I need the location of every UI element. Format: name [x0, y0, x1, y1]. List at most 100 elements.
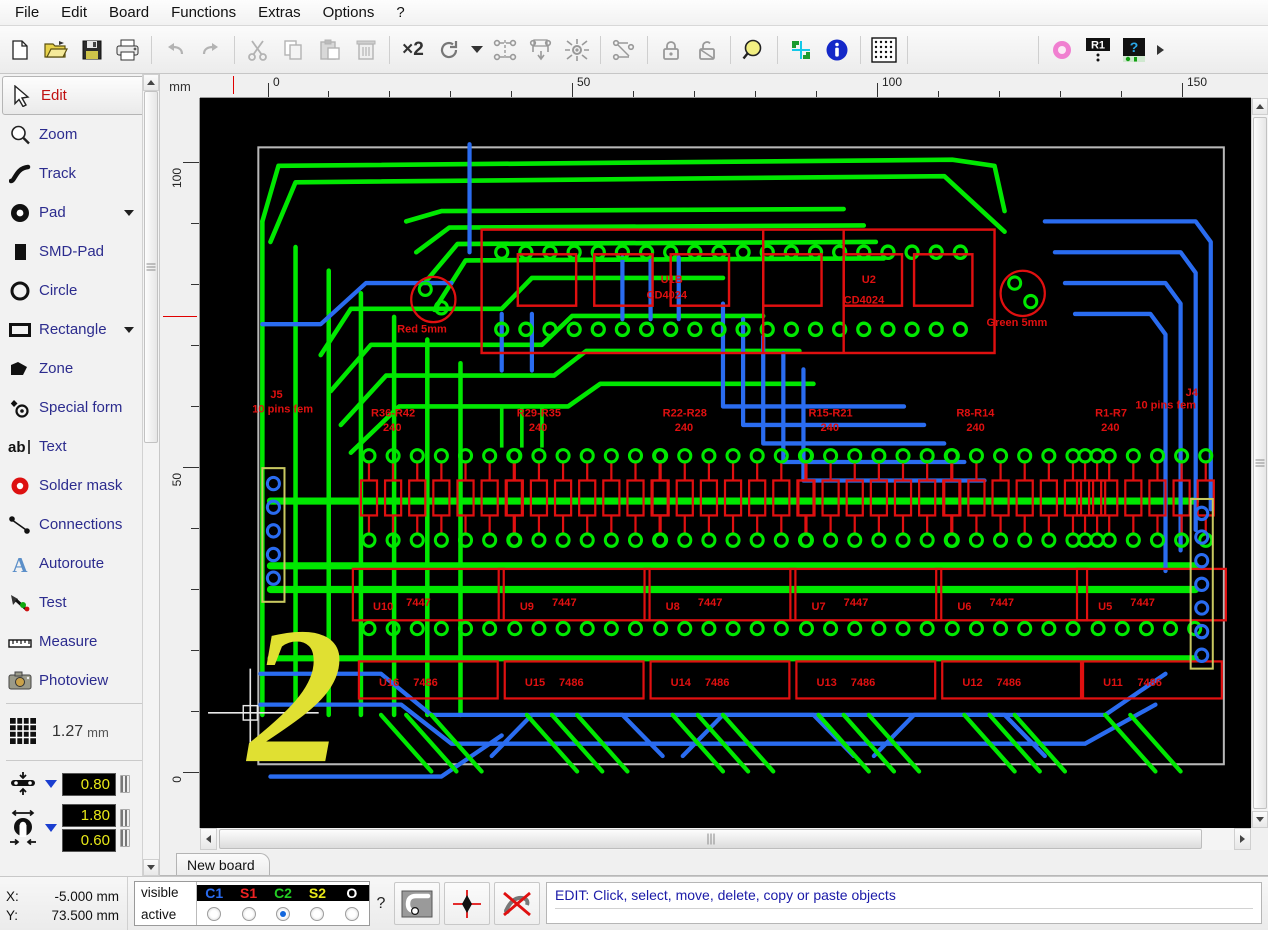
- menu-options[interactable]: Options: [312, 1, 386, 24]
- menu-help[interactable]: ?: [385, 1, 415, 24]
- crosshair-button[interactable]: [444, 882, 490, 925]
- tool-zone[interactable]: Zone: [0, 349, 159, 388]
- toolbar-overflow-button[interactable]: [1153, 32, 1167, 68]
- tool-track[interactable]: Track: [0, 154, 159, 193]
- layer-radio-s1[interactable]: [242, 907, 256, 921]
- layer-radio-s1-cell[interactable]: [231, 907, 265, 921]
- layer-toggle-c1[interactable]: C1: [197, 885, 231, 901]
- track-mode-button[interactable]: [394, 882, 440, 925]
- pcb-canvas[interactable]: R36-R42240 R29-R35240 R22-R28240 R15-R21…: [200, 98, 1251, 828]
- print-button[interactable]: [111, 32, 145, 68]
- tool-circle[interactable]: Circle: [0, 271, 159, 310]
- scroll-left-button[interactable]: [200, 828, 217, 850]
- menu-file[interactable]: File: [4, 1, 50, 24]
- disable-connections-button[interactable]: [494, 882, 540, 925]
- tool-test[interactable]: Test: [0, 583, 159, 622]
- tool-special-form[interactable]: Special form: [0, 388, 159, 427]
- tool-solder-mask[interactable]: Solder mask: [0, 466, 159, 505]
- scroll-track[interactable]: [1252, 115, 1268, 811]
- scroll-thumb[interactable]: [219, 829, 1202, 849]
- track-width-setting[interactable]: 0.80: [0, 769, 159, 799]
- lock-button[interactable]: [654, 32, 688, 68]
- save-button[interactable]: [75, 32, 109, 68]
- layer-radio-c2[interactable]: [276, 907, 290, 921]
- canvas-vertical-scrollbar[interactable]: [1251, 98, 1268, 828]
- track-width-value[interactable]: 0.80: [62, 773, 116, 796]
- menu-extras[interactable]: Extras: [247, 1, 312, 24]
- layer-radio-c1[interactable]: [207, 907, 221, 921]
- pcb-drawing[interactable]: R36-R42240 R29-R35240 R22-R28240 R15-R21…: [200, 98, 1251, 828]
- tool-rectangle[interactable]: Rectangle: [0, 310, 159, 349]
- grid-button[interactable]: [867, 32, 901, 68]
- help-button[interactable]: ?: [1117, 32, 1151, 68]
- pad-outer-spinner[interactable]: [120, 809, 130, 827]
- chevron-down-icon[interactable]: [124, 210, 134, 216]
- canvas-horizontal-scrollbar[interactable]: [200, 828, 1251, 850]
- new-button[interactable]: [3, 32, 37, 68]
- layers-help-marker[interactable]: ?: [370, 877, 392, 930]
- tool-photoview[interactable]: Photoview: [0, 661, 159, 700]
- rotate-options-button[interactable]: [468, 32, 486, 68]
- undo-button[interactable]: [158, 32, 192, 68]
- layer-toggle-s2[interactable]: S2: [300, 885, 334, 901]
- layer-radio-c1-cell[interactable]: [197, 907, 231, 921]
- pad-size-settings[interactable]: 1.80 0.60: [0, 804, 159, 852]
- change-side-button[interactable]: [560, 32, 594, 68]
- mirror-vertical-button[interactable]: [524, 32, 558, 68]
- scroll-down-button[interactable]: [143, 859, 159, 876]
- menu-board[interactable]: Board: [98, 1, 160, 24]
- tool-smd-pad[interactable]: SMD-Pad: [0, 232, 159, 271]
- tab-new-board[interactable]: New board: [176, 853, 270, 875]
- scroll-track[interactable]: [143, 91, 159, 859]
- menu-functions[interactable]: Functions: [160, 1, 247, 24]
- open-button[interactable]: [39, 32, 73, 68]
- cut-button[interactable]: [241, 32, 275, 68]
- pad-outer-value[interactable]: 1.80: [62, 804, 116, 827]
- layer-toggle-o[interactable]: O: [335, 885, 369, 901]
- grid-setting[interactable]: 1.27 mm: [0, 707, 159, 757]
- designator-button[interactable]: R1: [1081, 32, 1115, 68]
- layer-toggle-c2[interactable]: C2: [266, 885, 300, 901]
- scroll-up-button[interactable]: [143, 74, 159, 91]
- scroll-down-button[interactable]: [1252, 811, 1268, 828]
- tool-connections[interactable]: Connections: [0, 505, 159, 544]
- vertical-ruler[interactable]: 100 50 0: [160, 98, 200, 828]
- horizontal-ruler[interactable]: 0 50 100: [200, 74, 1251, 98]
- copy-button[interactable]: [277, 32, 311, 68]
- paste-button[interactable]: [313, 32, 347, 68]
- layer-radio-o-cell[interactable]: [335, 907, 369, 921]
- layer-radio-s2-cell[interactable]: [300, 907, 334, 921]
- redo-button[interactable]: [194, 32, 228, 68]
- tool-panel-scrollbar[interactable]: [142, 74, 159, 876]
- tool-pad[interactable]: Pad: [0, 193, 159, 232]
- tool-text[interactable]: ab Text: [0, 427, 159, 466]
- delete-button[interactable]: [349, 32, 383, 68]
- menu-edit[interactable]: Edit: [50, 1, 98, 24]
- tool-autoroute[interactable]: A Autoroute: [0, 544, 159, 583]
- scroll-right-button[interactable]: [1234, 828, 1251, 850]
- chevron-down-icon[interactable]: [45, 824, 57, 832]
- pad-style-button[interactable]: [1045, 32, 1079, 68]
- chevron-down-icon[interactable]: [45, 780, 57, 788]
- origin-button[interactable]: [784, 32, 818, 68]
- align-center-button[interactable]: [607, 32, 641, 68]
- unlock-button[interactable]: [690, 32, 724, 68]
- tool-zoom[interactable]: Zoom: [0, 115, 159, 154]
- info-button[interactable]: [820, 32, 854, 68]
- zoom-button[interactable]: [737, 32, 771, 68]
- layer-toggle-s1[interactable]: S1: [231, 885, 265, 901]
- layer-radio-s2[interactable]: [310, 907, 324, 921]
- scroll-thumb[interactable]: [1253, 117, 1267, 809]
- chevron-down-icon[interactable]: [124, 327, 134, 333]
- scroll-thumb[interactable]: [144, 91, 158, 443]
- scroll-up-button[interactable]: [1252, 98, 1268, 115]
- pad-drill-spinner[interactable]: [120, 829, 130, 847]
- mirror-horizontal-button[interactable]: [488, 32, 522, 68]
- layer-radio-c2-cell[interactable]: [266, 907, 300, 921]
- layer-radio-o[interactable]: [345, 907, 359, 921]
- track-width-spinner[interactable]: [120, 775, 130, 793]
- tool-edit[interactable]: Edit: [2, 76, 156, 115]
- scroll-track[interactable]: [217, 828, 1234, 850]
- duplicate-button[interactable]: ×2: [396, 32, 430, 68]
- pad-drill-value[interactable]: 0.60: [62, 829, 116, 852]
